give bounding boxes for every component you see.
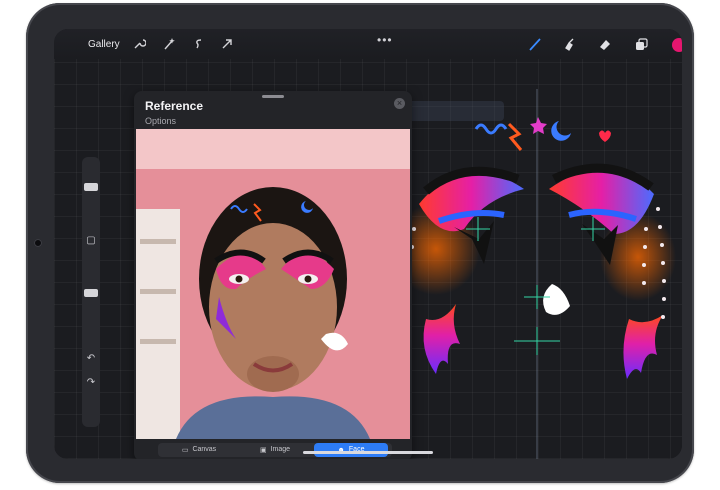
top-toolbar: Gallery •••	[54, 29, 682, 59]
face-camera-view	[136, 129, 410, 439]
smudge-icon[interactable]	[562, 37, 576, 51]
panel-grabber[interactable]	[262, 95, 284, 98]
tab-image[interactable]: ▣ Image	[238, 443, 312, 457]
tab-canvas[interactable]: ▭ Canvas	[162, 443, 236, 457]
reference-title: Reference	[145, 99, 204, 113]
tab-face[interactable]: ☻Face	[314, 443, 388, 457]
tab-canvas-label: Canvas	[192, 446, 217, 453]
eraser-icon[interactable]	[598, 37, 612, 51]
reference-mode-selector: ▭Canvas ▣Image ☻Face	[158, 443, 392, 457]
transform-arrow-icon[interactable]	[220, 37, 234, 51]
face-photo	[136, 129, 410, 439]
app-screen: Gallery ••• ▢ ↶ ↷ Reference Options × ▭ …	[54, 29, 682, 459]
white-flame-mark	[543, 284, 570, 315]
close-icon[interactable]: ×	[394, 98, 405, 109]
color-picker-button[interactable]	[672, 38, 682, 52]
redo-icon[interactable]: ↷	[85, 377, 97, 389]
reference-panel[interactable]: Reference Options × ▭ Canvas ▣ Image Fac…	[134, 91, 412, 459]
wrench-icon[interactable]	[132, 37, 147, 51]
squiggle-doodle	[474, 123, 508, 135]
tab-image-label: Image	[270, 446, 291, 453]
left-sidebar: ▢ ↶ ↷	[82, 157, 100, 427]
magic-wand-icon[interactable]	[162, 37, 176, 51]
opacity-slider[interactable]	[84, 289, 98, 297]
left-flame	[423, 304, 460, 374]
reference-options[interactable]: Options	[145, 116, 176, 126]
brush-icon[interactable]	[528, 37, 542, 51]
front-camera	[34, 239, 42, 247]
selection-icon[interactable]	[192, 37, 206, 51]
home-indicator[interactable]	[303, 451, 433, 454]
gallery-button[interactable]: Gallery	[88, 39, 120, 50]
right-flame	[623, 315, 663, 379]
undo-icon[interactable]: ↶	[85, 353, 97, 365]
ipad-device: Gallery ••• ▢ ↶ ↷ Reference Options × ▭ …	[26, 3, 694, 483]
image-icon: ▣	[259, 447, 267, 454]
star-doodle	[530, 117, 547, 134]
moon-doodle	[551, 121, 571, 141]
brush-size-slider[interactable]	[84, 183, 98, 191]
heart-doodle	[599, 130, 611, 142]
canvas-icon: ▭	[181, 447, 189, 454]
layers-icon[interactable]	[634, 37, 648, 51]
more-dots[interactable]: •••	[377, 33, 393, 47]
square-icon[interactable]: ▢	[85, 235, 97, 247]
lightning-doodle	[507, 122, 523, 151]
